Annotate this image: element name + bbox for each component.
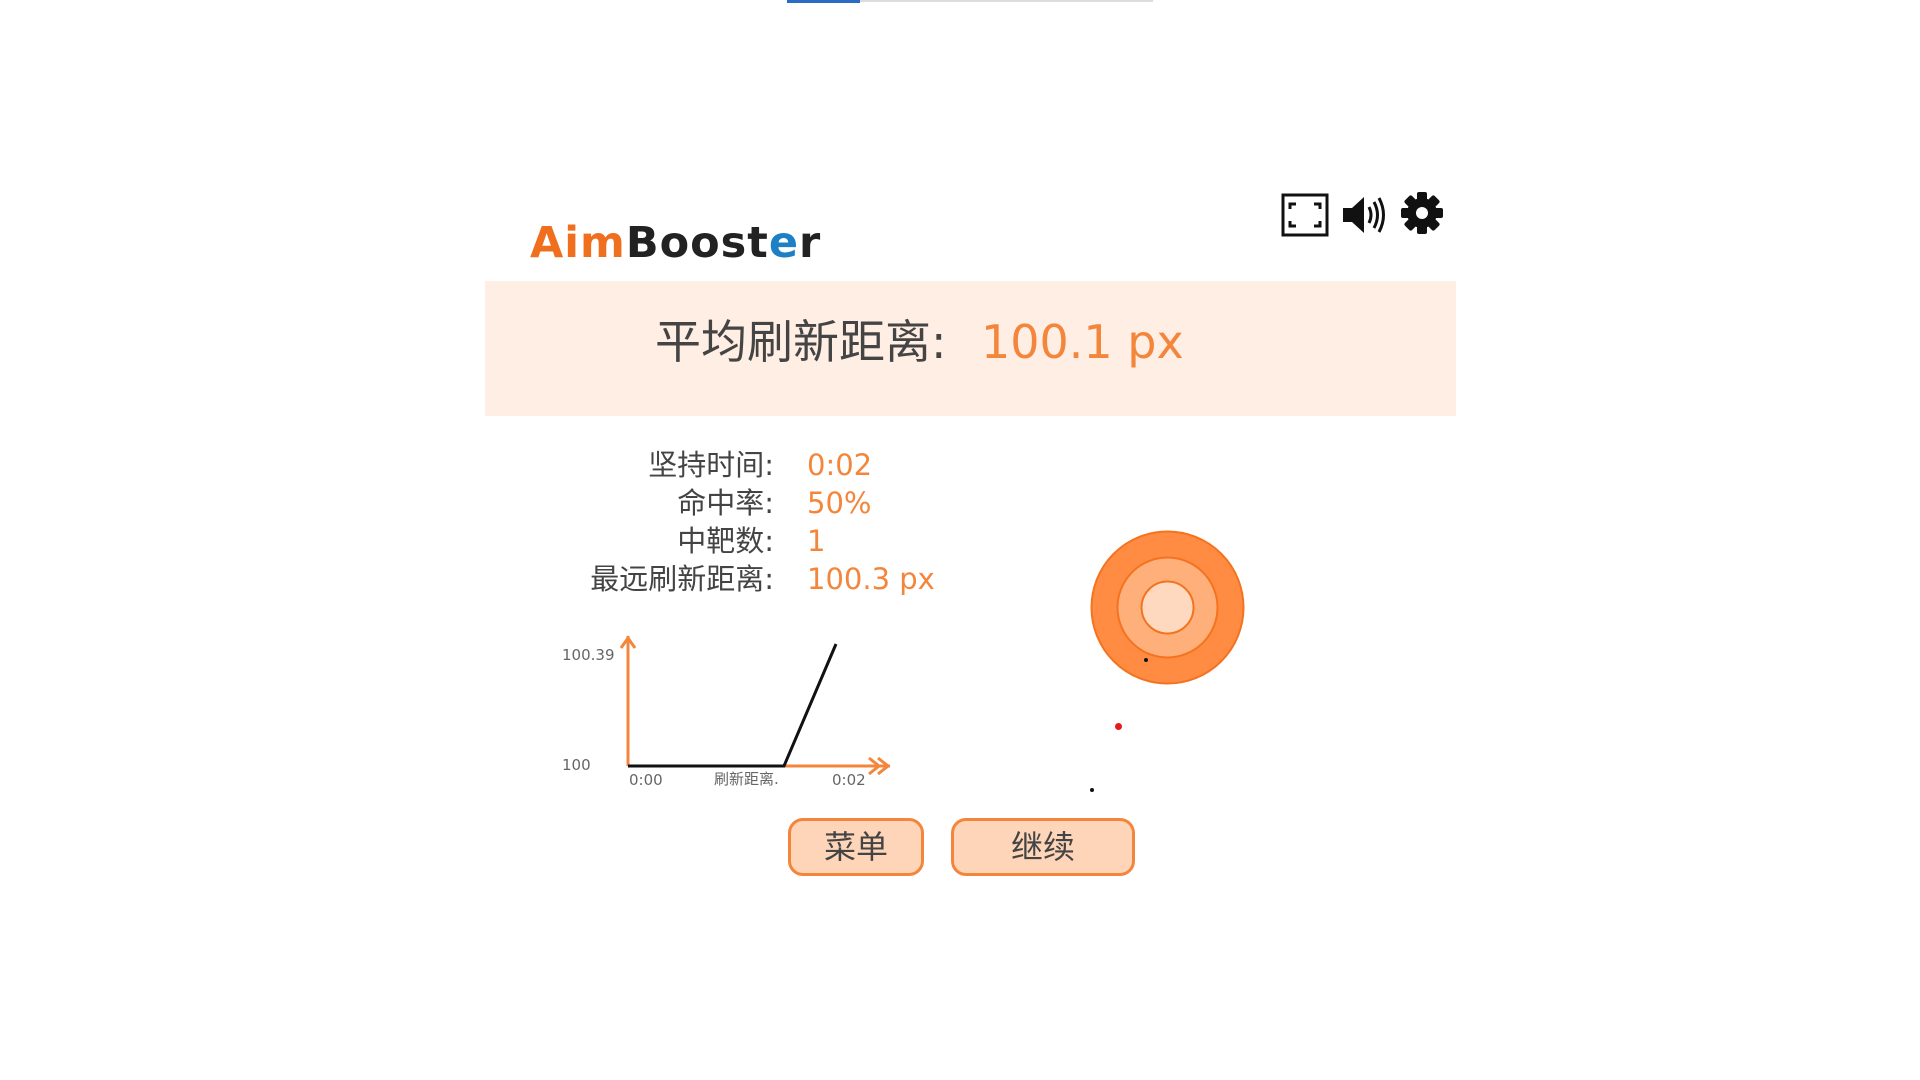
series-line — [628, 643, 838, 768]
y-tick-label: 100 — [562, 756, 591, 774]
stat-row-max-distance: 最远刷新距离: 100.3 px — [560, 560, 980, 598]
miss-mark — [1115, 723, 1122, 730]
gear-icon[interactable] — [1397, 188, 1447, 238]
top-progress-fill — [787, 0, 860, 3]
stat-value: 50% — [807, 486, 872, 520]
y-tick-label: 100.39 — [562, 646, 615, 664]
stat-label: 命中率: — [677, 486, 774, 520]
target-inner-ring — [1140, 580, 1195, 635]
stat-row-duration: 坚持时间: 0:02 — [560, 446, 980, 484]
result-value: 100.1 px — [981, 315, 1184, 369]
x-tick-label: 0:00 — [629, 771, 663, 789]
distance-chart: 100 100.39 0:00 0:02 刷新距离. — [560, 620, 900, 790]
aimbooster-logo: AimBooster — [530, 218, 822, 268]
menu-button[interactable]: 菜单 — [788, 818, 924, 876]
continue-button[interactable]: 继续 — [951, 818, 1135, 876]
speaker-icon[interactable] — [1339, 190, 1389, 240]
fullscreen-icon[interactable] — [1280, 190, 1330, 240]
stat-value: 0:02 — [807, 448, 873, 482]
x-axis-label: 刷新距离. — [714, 770, 779, 788]
stat-label: 中靶数: — [677, 524, 774, 558]
result-banner: 平均刷新距离: 100.1 px — [485, 281, 1456, 416]
stat-label: 坚持时间: — [648, 448, 774, 482]
click-mark — [1090, 788, 1094, 792]
stat-value: 100.3 px — [807, 562, 935, 596]
stat-label: 最远刷新距离: — [590, 562, 774, 596]
stat-value: 1 — [807, 524, 826, 558]
stat-row-accuracy: 命中率: 50% — [560, 484, 980, 522]
stat-row-hits: 中靶数: 1 — [560, 522, 980, 560]
target[interactable] — [1089, 529, 1246, 686]
distance-chart-svg: 100 100.39 0:00 0:02 刷新距离. — [562, 635, 891, 789]
x-tick-label: 0:02 — [832, 771, 866, 789]
hit-mark — [1144, 658, 1148, 662]
result-label: 平均刷新距离: — [655, 315, 947, 369]
